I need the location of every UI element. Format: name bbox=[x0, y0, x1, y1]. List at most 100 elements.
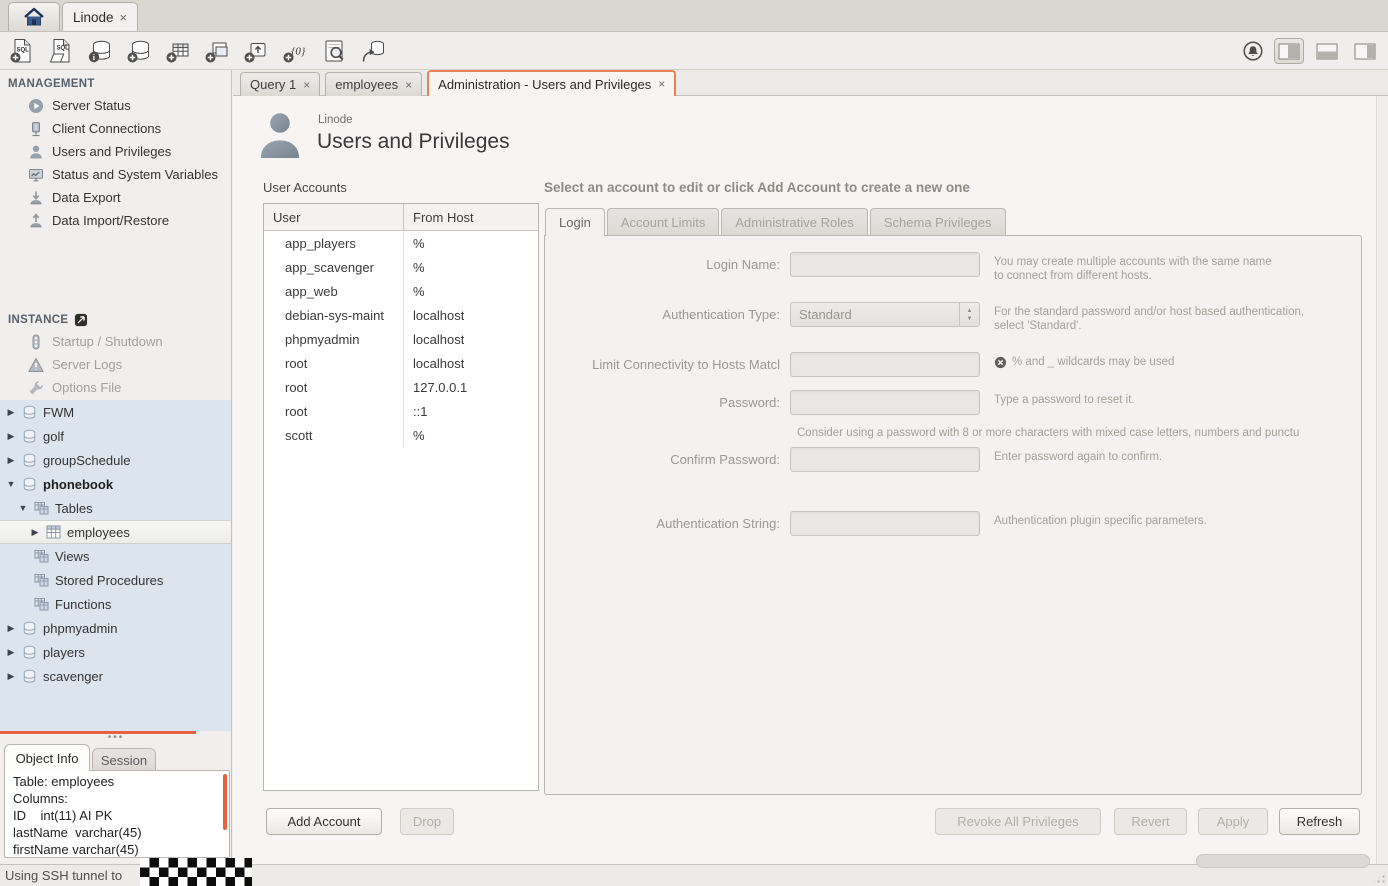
confirm-password-input[interactable] bbox=[790, 447, 980, 472]
expand-arrow-icon[interactable]: ▼ bbox=[18, 503, 28, 513]
expand-arrow-icon[interactable]: ▶ bbox=[6, 623, 16, 634]
close-icon[interactable]: × bbox=[303, 78, 310, 92]
new-sql-tab-icon[interactable]: SQL bbox=[8, 37, 35, 64]
table-row[interactable]: app_players% bbox=[264, 231, 538, 255]
create-view-icon[interactable] bbox=[203, 37, 230, 64]
authentication-type-select[interactable]: Standard ▲▼ bbox=[790, 302, 980, 327]
tree-item-functions[interactable]: Functions bbox=[0, 592, 232, 616]
column-header-from-host[interactable]: From Host bbox=[404, 210, 474, 225]
tree-item-views[interactable]: Views bbox=[0, 544, 232, 568]
doc-tab-label: Query 1 bbox=[250, 77, 296, 92]
tab-schema-privileges: Schema Privileges bbox=[870, 208, 1006, 235]
user-cell: app_web bbox=[264, 279, 404, 303]
sidebar-item-data-import-restore[interactable]: Data Import/Restore bbox=[0, 209, 232, 232]
svg-text:SQL: SQL bbox=[16, 47, 29, 53]
expand-arrow-icon[interactable]: ▶ bbox=[30, 527, 40, 538]
doc-tab-query-1[interactable]: Query 1 × bbox=[240, 72, 320, 96]
close-icon[interactable]: × bbox=[405, 78, 412, 92]
expand-arrow-icon[interactable]: ▶ bbox=[6, 407, 16, 418]
from-host-cell: 127.0.0.1 bbox=[404, 380, 467, 395]
table-row[interactable]: phpmyadminlocalhost bbox=[264, 327, 538, 351]
connection-name-label: Linode bbox=[318, 114, 353, 126]
tab-login[interactable]: Login bbox=[545, 208, 605, 235]
expand-arrow-icon[interactable]: ▶ bbox=[6, 455, 16, 466]
expand-arrow-icon[interactable]: ▶ bbox=[6, 671, 16, 682]
table-row[interactable]: root127.0.0.1 bbox=[264, 375, 538, 399]
content-scrollbar-track[interactable] bbox=[1376, 96, 1388, 864]
users-icon bbox=[28, 144, 44, 160]
revert-button: Revert bbox=[1114, 808, 1187, 835]
authentication-string-input[interactable] bbox=[790, 511, 980, 536]
tree-item-scavenger[interactable]: ▶ scavenger bbox=[0, 664, 232, 688]
object-info-line: Table: employees bbox=[13, 773, 221, 790]
table-row[interactable]: root::1 bbox=[264, 399, 538, 423]
tab-session[interactable]: Session bbox=[92, 748, 156, 771]
doc-tab-administration-users-and-privileges[interactable]: Administration - Users and Privileges× bbox=[427, 70, 676, 96]
schema-icon bbox=[22, 429, 37, 444]
open-sql-script-icon[interactable]: SQL bbox=[47, 37, 74, 64]
create-function-icon[interactable]: {0} bbox=[281, 37, 308, 64]
create-procedure-icon[interactable] bbox=[242, 37, 269, 64]
confirm-password-label: Confirm Password: bbox=[545, 447, 790, 467]
expand-arrow-icon[interactable]: ▼ bbox=[6, 479, 16, 489]
table-row[interactable]: rootlocalhost bbox=[264, 351, 538, 375]
table-row[interactable]: app_web% bbox=[264, 279, 538, 303]
table-row[interactable]: app_scavenger% bbox=[264, 255, 538, 279]
password-input[interactable] bbox=[790, 390, 980, 415]
login-name-input[interactable] bbox=[790, 252, 980, 277]
tree-item-tables[interactable]: ▼Tables bbox=[0, 496, 232, 520]
tree-item-players[interactable]: ▶ players bbox=[0, 640, 232, 664]
tab-object-info[interactable]: Object Info bbox=[4, 744, 90, 771]
close-icon[interactable]: × bbox=[120, 10, 128, 25]
expand-arrow-icon[interactable]: ▶ bbox=[6, 647, 16, 658]
sidebar-item-status-and-system-variables[interactable]: Status and System Variables bbox=[0, 163, 232, 186]
toggle-left-panel-icon[interactable] bbox=[1274, 38, 1304, 64]
create-schema-icon[interactable] bbox=[125, 37, 152, 64]
tree-item-groupschedule[interactable]: ▶groupSchedule bbox=[0, 448, 232, 472]
from-host-cell: % bbox=[404, 260, 425, 275]
sidebar-item-users-and-privileges[interactable]: Users and Privileges bbox=[0, 140, 232, 163]
limit-hosts-input[interactable] bbox=[790, 352, 980, 377]
expand-arrow-icon[interactable]: ▶ bbox=[6, 431, 16, 442]
create-table-icon[interactable] bbox=[164, 37, 191, 64]
db-inspector-icon[interactable]: i bbox=[86, 37, 113, 64]
splitter-handle[interactable]: ••• bbox=[102, 732, 130, 743]
tree-item-label: scavenger bbox=[43, 669, 103, 684]
table-row[interactable]: scott% bbox=[264, 423, 538, 447]
toggle-bottom-panel-icon[interactable] bbox=[1312, 38, 1342, 64]
sidebar-item-server-status[interactable]: Server Status bbox=[0, 94, 232, 117]
from-host-cell: localhost bbox=[404, 356, 464, 371]
password-note: Consider using a password with 8 or more… bbox=[797, 427, 1361, 439]
tree-item-golf[interactable]: ▶golf bbox=[0, 424, 232, 448]
tree-item-stored-procedures[interactable]: Stored Procedures bbox=[0, 568, 232, 592]
connection-tab[interactable]: Linode × bbox=[62, 2, 138, 31]
tree-item-phpmyadmin[interactable]: ▶phpmyadmin bbox=[0, 616, 232, 640]
home-tab[interactable] bbox=[8, 2, 60, 31]
sidebar-item-data-export[interactable]: Data Export bbox=[0, 186, 232, 209]
sync-db-icon[interactable] bbox=[359, 37, 386, 64]
table-row[interactable]: debian-sys-maintlocalhost bbox=[264, 303, 538, 327]
sidebar-item-label: Data Export bbox=[52, 190, 121, 205]
tables-folder-icon bbox=[34, 501, 49, 515]
notifications-icon[interactable] bbox=[1239, 38, 1266, 65]
tree-item-employees[interactable]: ▶employees bbox=[0, 520, 232, 544]
tree-item-phonebook[interactable]: ▼phonebook bbox=[0, 472, 232, 496]
column-header-user[interactable]: User bbox=[264, 204, 404, 230]
login-tab-panel: Login Name: You may create multiple acco… bbox=[544, 235, 1362, 795]
add-account-button[interactable]: Add Account bbox=[266, 808, 382, 835]
tree-item-label: Views bbox=[55, 549, 89, 564]
refresh-button[interactable]: Refresh bbox=[1279, 808, 1360, 835]
toggle-right-panel-icon[interactable] bbox=[1350, 38, 1380, 64]
object-info-line: ID int(11) AI PK bbox=[13, 807, 221, 824]
horizontal-scrollbar-thumb[interactable] bbox=[1196, 854, 1370, 868]
authentication-string-hint: Authentication plugin specific parameter… bbox=[994, 511, 1207, 528]
object-info-line: Columns: bbox=[13, 790, 221, 807]
search-data-icon[interactable] bbox=[320, 37, 347, 64]
tree-item-fwm[interactable]: ▶FWM bbox=[0, 400, 232, 424]
object-info-scrollbar[interactable] bbox=[223, 774, 227, 830]
sidebar-item-client-connections[interactable]: Client Connections bbox=[0, 117, 232, 140]
close-icon[interactable]: × bbox=[658, 77, 665, 91]
tables-folder-icon bbox=[34, 549, 49, 563]
tree-item-label: players bbox=[43, 645, 85, 660]
doc-tab-employees[interactable]: employees× bbox=[325, 72, 422, 96]
